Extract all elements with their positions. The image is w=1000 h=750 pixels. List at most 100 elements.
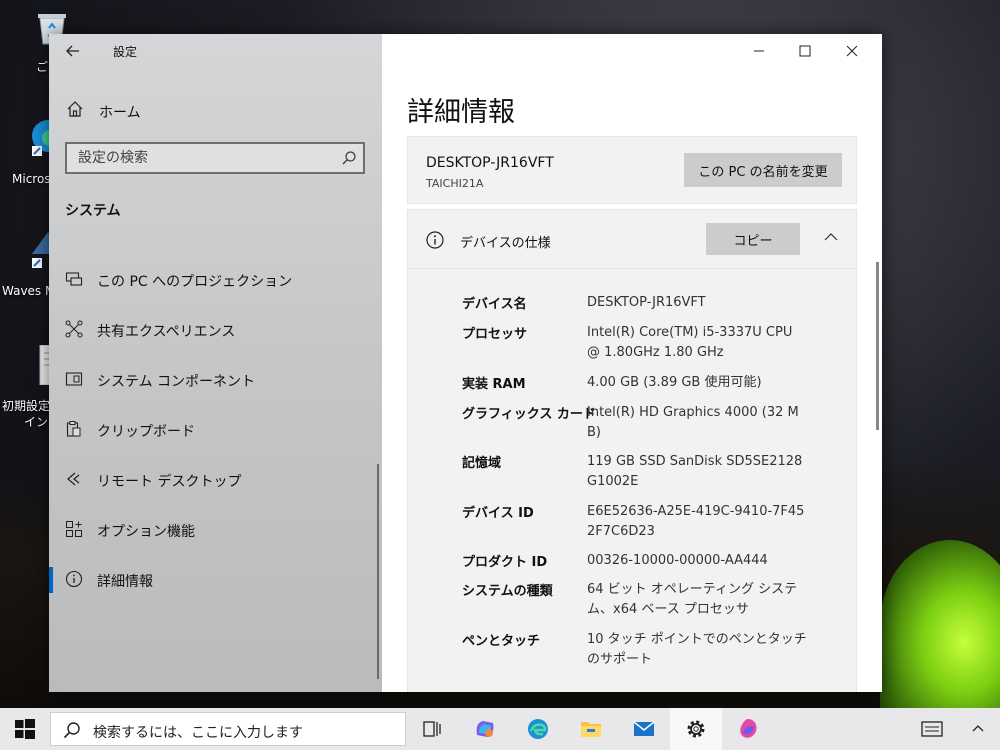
nav-home-label: ホーム	[99, 105, 141, 121]
chevron-up-icon	[972, 725, 984, 732]
search-icon	[63, 722, 80, 739]
taskbar-copilot[interactable]	[459, 708, 511, 750]
info-icon	[426, 231, 444, 249]
spec-value: Intel(R) HD Graphics 4000 (32 MB)	[587, 405, 799, 440]
spec-key: 記憶域	[462, 456, 502, 471]
sidebar-item-shared-experiences[interactable]: 共有エクスペリエンス	[49, 310, 382, 350]
spec-value: 00326-10000-00000-AA444	[587, 553, 768, 568]
desktop-icon-label: ご	[36, 60, 49, 74]
system-components-icon	[65, 372, 83, 386]
windows-logo-icon	[15, 719, 35, 739]
taskbar-search-box[interactable]: 検索するには、ここに入力します	[50, 712, 406, 746]
spec-key: ペンとタッチ	[462, 634, 541, 649]
close-button[interactable]	[829, 34, 875, 68]
folder-icon	[581, 722, 601, 737]
shared-experience-icon	[65, 320, 83, 338]
taskbar-file-explorer[interactable]	[565, 708, 617, 750]
spec-value: Intel(R) Core(TM) i5-3337U CPU @ 1.80GHz…	[587, 325, 793, 360]
clipboard-icon	[66, 421, 81, 437]
sidebar-item-about[interactable]: 詳細情報	[49, 560, 382, 600]
spec-key: デバイス名	[462, 297, 527, 312]
sidebar-item-clipboard[interactable]: クリップボード	[49, 410, 382, 450]
spec-value: DESKTOP-JR16VFT	[587, 295, 706, 310]
task-view-icon	[423, 721, 441, 737]
minimize-icon	[754, 50, 764, 52]
remote-desktop-icon	[67, 472, 80, 486]
window-controls	[732, 34, 882, 68]
spec-key: プロセッサ	[462, 327, 528, 342]
spec-value: 4.00 GB (3.89 GB 使用可能)	[587, 375, 762, 390]
taskbar-settings[interactable]	[670, 708, 722, 750]
sidebar-item-remote-desktop[interactable]: リモート デスクトップ	[49, 460, 382, 500]
nav-scrollbar[interactable]	[377, 464, 379, 679]
settings-search-input[interactable]	[67, 144, 337, 172]
taskbar-edge[interactable]	[512, 708, 564, 750]
taskbar-action-center[interactable]	[912, 708, 952, 750]
pc-model: TAICHI21A	[426, 177, 484, 190]
pc-name: DESKTOP-JR16VFT	[426, 155, 554, 171]
spec-value: 10 タッチ ポイントでのペンとタッチのサポート	[587, 632, 807, 667]
settings-content-pane: 詳細情報 DESKTOP-JR16VFT TAICHI21A この PC の名前…	[382, 34, 882, 692]
optional-features-icon	[66, 521, 82, 537]
maximize-button[interactable]	[782, 34, 828, 68]
mail-icon	[633, 721, 655, 736]
start-button[interactable]	[0, 708, 50, 750]
search-icon[interactable]	[341, 150, 357, 166]
sidebar-item-system-components[interactable]: システム コンポーネント	[49, 360, 382, 400]
sidebar-item-label: この PC へのプロジェクション	[97, 274, 293, 290]
device-specs-header[interactable]: デバイスの仕様 コピー	[407, 209, 857, 269]
nav-home[interactable]: ホーム	[49, 94, 382, 126]
settings-nav-pane: 設定 ホーム システム この PC へのプロジェクション	[49, 34, 382, 692]
nav-section-system: システム	[65, 203, 121, 219]
active-indicator	[49, 567, 53, 593]
copy-button[interactable]: コピー	[706, 223, 800, 255]
spec-key: プロダクト ID	[462, 555, 548, 570]
edge-icon	[528, 719, 548, 739]
app-title: 設定	[113, 45, 138, 59]
device-specs-body: デバイス名 DESKTOP-JR16VFT プロセッサ Intel(R) Cor…	[407, 269, 857, 692]
maximize-icon	[799, 45, 811, 57]
sidebar-item-label: 詳細情報	[97, 574, 153, 590]
sidebar-item-label: システム コンポーネント	[97, 374, 256, 390]
device-specs-title: デバイスの仕様	[460, 236, 551, 251]
minimize-button[interactable]	[736, 34, 782, 68]
sidebar-item-projection[interactable]: この PC へのプロジェクション	[49, 260, 382, 300]
spec-key: 実装 RAM	[462, 377, 526, 392]
pc-name-card: DESKTOP-JR16VFT TAICHI21A この PC の名前を変更	[407, 136, 857, 204]
spec-key: システムの種類	[462, 584, 553, 599]
gear-icon	[687, 720, 705, 738]
desktop-icon-label: 初期設定	[2, 399, 51, 413]
taskbar-search-placeholder: 検索するには、ここに入力します	[93, 725, 303, 741]
arrow-left-icon	[66, 45, 79, 57]
desktop-icon-label: Micros	[12, 172, 51, 186]
back-button[interactable]	[61, 40, 85, 62]
rename-pc-button[interactable]: この PC の名前を変更	[684, 153, 842, 187]
home-icon	[67, 101, 83, 117]
show-hidden-icons-button[interactable]	[958, 708, 998, 750]
nav-titlebar: 設定	[49, 34, 382, 68]
taskbar-mail[interactable]	[618, 708, 670, 750]
notification-icon	[921, 721, 943, 737]
content-scrollbar[interactable]	[876, 262, 879, 430]
sidebar-item-label: 共有エクスペリエンス	[97, 324, 236, 340]
settings-search-box[interactable]	[65, 142, 365, 174]
taskbar-paint[interactable]	[722, 708, 774, 750]
sidebar-item-label: クリップボード	[97, 424, 195, 440]
info-icon	[65, 570, 83, 588]
chevron-up-icon[interactable]	[822, 228, 840, 246]
taskbar: 検索するには、ここに入力します	[0, 708, 1000, 750]
spec-value: E6E52636-A25E-419C-9410-7F452F7C6D23	[587, 504, 805, 539]
projection-icon	[65, 272, 83, 286]
copilot-icon	[476, 721, 494, 737]
spec-key: グラフィックス カード	[462, 407, 596, 422]
settings-window: 設定 ホーム システム この PC へのプロジェクション	[49, 34, 882, 692]
spec-value: 119 GB SSD SanDisk SD5SE2128G1002E	[587, 454, 803, 489]
page-title: 詳細情報	[407, 97, 515, 128]
sidebar-item-label: リモート デスクトップ	[97, 474, 242, 490]
spec-value: 64 ビット オペレーティング システム、x64 ベース プロセッサ	[587, 582, 798, 617]
taskbar-task-view[interactable]	[406, 708, 458, 750]
desktop-icon-label-line2: イン	[24, 415, 49, 429]
sidebar-item-label: オプション機能	[97, 524, 195, 540]
spec-key: デバイス ID	[462, 506, 534, 521]
sidebar-item-optional-features[interactable]: オプション機能	[49, 510, 382, 550]
